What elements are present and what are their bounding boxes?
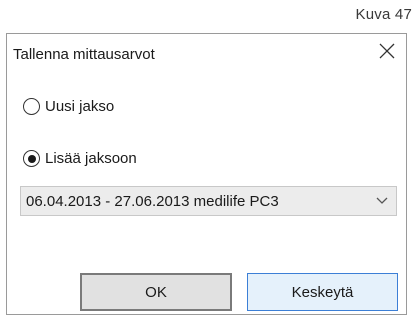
dialog-title: Tallenna mittausarvot xyxy=(13,46,155,63)
radio-button-checked[interactable] xyxy=(23,150,40,167)
figure-label: Kuva 47 xyxy=(355,6,412,23)
cancel-button[interactable]: Keskeytä xyxy=(247,273,398,311)
dialog-titlebar: Tallenna mittausarvot xyxy=(7,34,406,70)
ok-button[interactable]: OK xyxy=(80,273,232,311)
radio-add-to-period[interactable]: Lisää jaksoon xyxy=(23,150,137,167)
radio-button-unchecked[interactable] xyxy=(23,98,40,115)
chevron-down-icon xyxy=(376,197,388,204)
period-select-value: 06.04.2013 - 27.06.2013 medilife PC3 xyxy=(26,192,279,210)
close-icon xyxy=(379,43,395,59)
radio-add-to-period-label: Lisää jaksoon xyxy=(45,150,137,167)
radio-new-period[interactable]: Uusi jakso xyxy=(23,98,114,115)
save-measurements-dialog: Tallenna mittausarvot Uusi jakso Lisää j… xyxy=(6,33,407,315)
radio-new-period-label: Uusi jakso xyxy=(45,98,115,115)
radio-selected-dot xyxy=(27,154,36,163)
close-button[interactable] xyxy=(372,36,402,66)
period-select[interactable]: 06.04.2013 - 27.06.2013 medilife PC3 xyxy=(20,186,397,216)
